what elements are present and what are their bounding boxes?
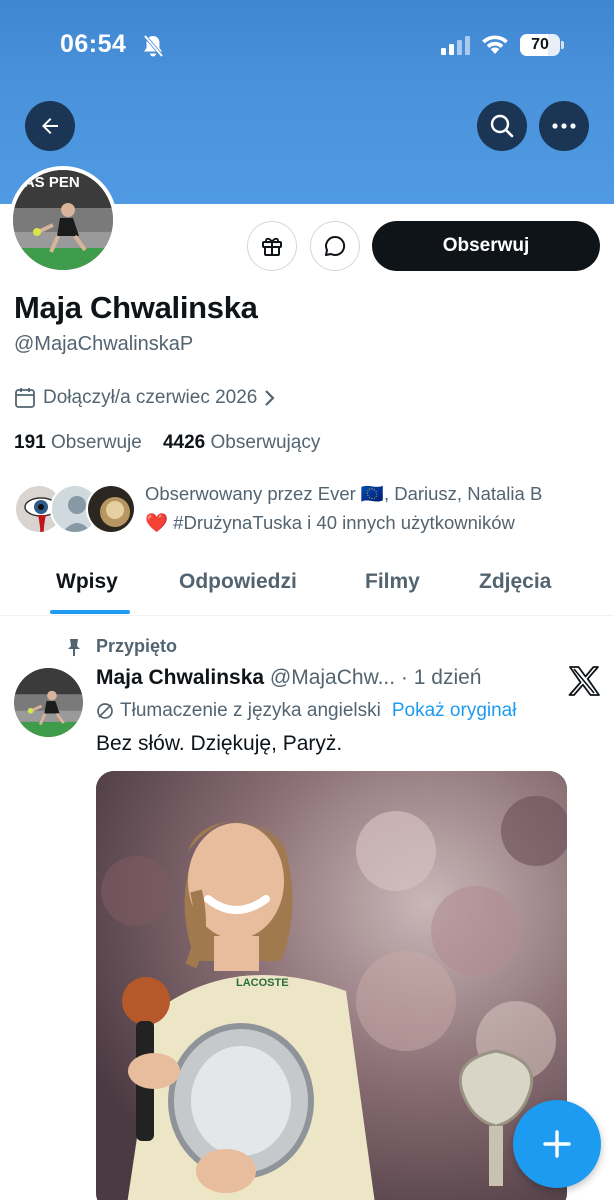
post-author-avatar[interactable]	[14, 668, 83, 737]
plus-icon	[543, 1130, 571, 1158]
calendar-icon	[15, 388, 35, 408]
search-button[interactable]	[477, 101, 527, 151]
battery-indicator: 70	[520, 34, 564, 56]
followed-by-line: Obserwowany przez Ever 🇪🇺, Dariusz, Nata…	[145, 483, 543, 504]
pinned-label: Przypięto	[96, 636, 178, 656]
post-media-image[interactable]: LACOSTE	[96, 771, 567, 1200]
joined-text: Dołączył/a czerwiec 2026	[43, 387, 258, 408]
more-options-button[interactable]	[539, 101, 589, 151]
post-author-name[interactable]: Maja Chwalinska	[96, 666, 264, 689]
gift-button[interactable]	[247, 221, 297, 271]
followed-by-line: ❤️ #DrużynaTuska i 40 innych użytkownikó…	[145, 512, 515, 533]
profile-avatar[interactable]: RAS PEN	[9, 166, 117, 274]
followed-by-avatars[interactable]	[14, 484, 136, 536]
follow-button[interactable]: Obserwuj	[372, 221, 600, 271]
battery-percent: 70	[531, 36, 549, 53]
back-arrow-icon	[42, 118, 58, 134]
search-icon	[490, 114, 514, 138]
cell-signal-icon	[441, 36, 471, 60]
following-count: 191	[14, 432, 46, 453]
followed-by-text[interactable]: Obserwowany przez Ever 🇪🇺, Dariusz, Nata…	[145, 479, 595, 537]
status-bar: 06:54 70	[0, 28, 614, 64]
more-icon	[552, 123, 576, 129]
status-time: 06:54	[60, 30, 127, 58]
chevron-right-icon	[265, 390, 275, 406]
media-brand-text: LACOSTE	[236, 977, 289, 989]
following-link[interactable]: 191 Obserwuje	[14, 432, 142, 453]
show-original-link[interactable]: Pokaż oryginał	[392, 700, 517, 722]
tab-replies[interactable]: Odpowiedzi	[179, 570, 297, 594]
post-header: Maja Chwalinska @MajaChw... · 1 dzień	[96, 666, 481, 690]
followers-link[interactable]: 4426 Obserwujący	[163, 432, 320, 453]
post-text: Bez słów. Dziękuję, Paryż.	[96, 732, 343, 755]
tab-posts[interactable]: Wpisy	[56, 570, 118, 594]
active-tab-indicator	[50, 610, 130, 614]
back-button[interactable]	[25, 101, 75, 151]
joined-date[interactable]: Dołączył/a czerwiec 2026	[14, 387, 282, 409]
profile-tabs: Wpisy Odpowiedzi Filmy Zdjęcia	[0, 554, 614, 616]
compose-button[interactable]	[513, 1100, 601, 1188]
follow-stats: 191 Obserwuje 4426 Obserwujący	[14, 432, 320, 454]
tab-photos[interactable]: Zdjęcia	[479, 570, 551, 594]
wifi-icon	[480, 33, 510, 60]
x-logo-icon	[568, 666, 600, 701]
muted-bell-icon	[142, 34, 164, 63]
translation-text: Tłumaczenie z języka angielski	[120, 700, 381, 721]
pinned-indicator: Przypięto	[64, 636, 177, 657]
gift-icon	[262, 237, 282, 256]
followers-label: Obserwujący	[210, 432, 321, 453]
profile-handle: @MajaChwalinskaP	[14, 333, 194, 355]
following-label: Obserwuje	[50, 432, 142, 453]
translation-note: Tłumaczenie z języka angielski Pokaż ory…	[96, 700, 516, 722]
profile-name: Maja Chwalinska	[14, 290, 258, 325]
translate-icon	[97, 703, 113, 719]
message-icon	[325, 235, 346, 256]
message-button[interactable]	[310, 221, 360, 271]
post-meta: @MajaChw... · 1 dzień	[269, 666, 482, 689]
pin-icon	[68, 638, 80, 656]
follower-avatar	[86, 484, 136, 534]
tab-videos[interactable]: Filmy	[365, 570, 420, 594]
followers-count: 4426	[162, 432, 206, 453]
